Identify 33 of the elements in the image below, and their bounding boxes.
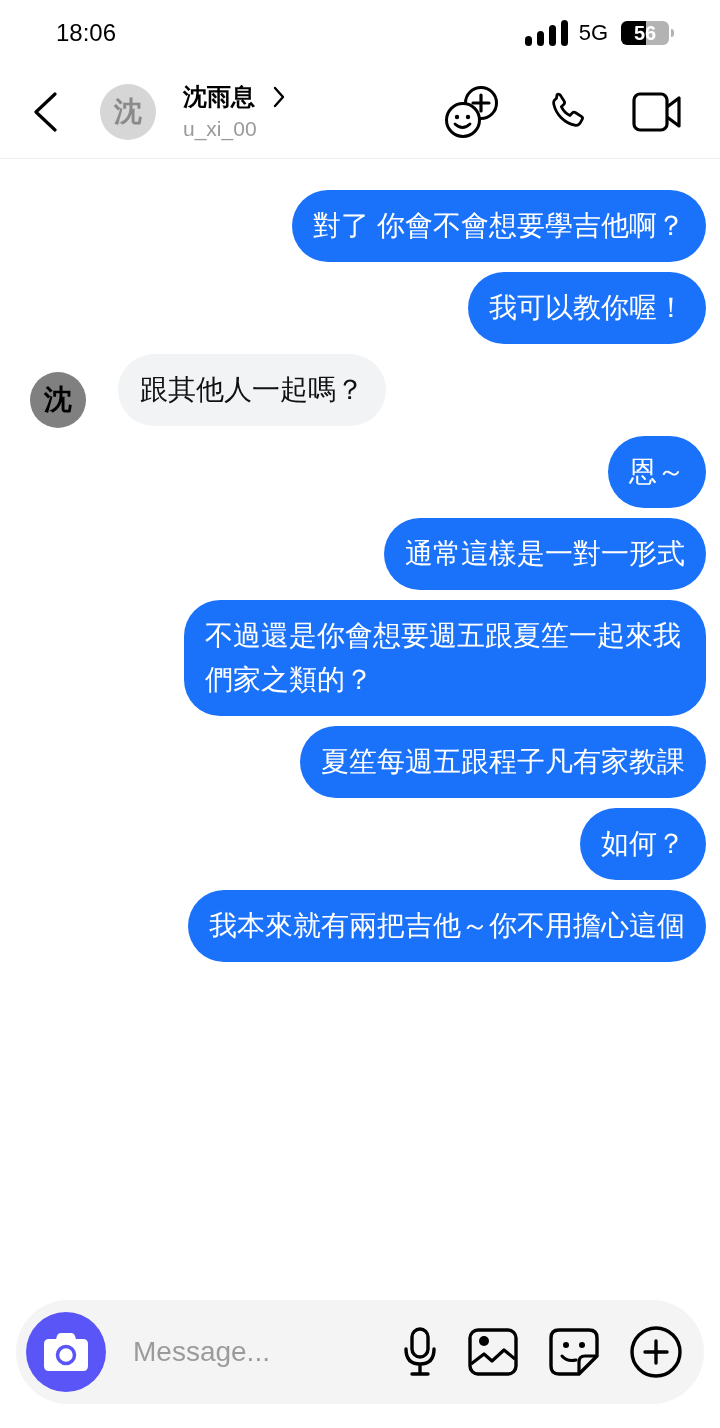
status-time: 18:06 bbox=[56, 21, 117, 45]
message-input[interactable]: Message... bbox=[133, 1331, 384, 1373]
sent-message: 如何？ bbox=[580, 808, 706, 880]
video-call-button[interactable] bbox=[632, 90, 682, 134]
camera-button[interactable] bbox=[26, 1312, 106, 1392]
received-message: 跟其他人一起嗎？ bbox=[118, 354, 386, 426]
camera-icon bbox=[43, 1332, 89, 1372]
sent-message: 對了 你會不會想要學吉他啊？ bbox=[292, 190, 706, 262]
sticker-button[interactable] bbox=[549, 1327, 599, 1377]
plus-icon bbox=[630, 1326, 682, 1378]
sent-message: 我本來就有兩把吉他～你不用擔心這個 bbox=[188, 890, 706, 962]
sent-message: 夏笙每週五跟程子凡有家教課 bbox=[300, 726, 706, 798]
add-people-button[interactable] bbox=[444, 84, 500, 140]
signal-icon bbox=[524, 20, 570, 46]
sent-message: 我可以教你喔！ bbox=[468, 272, 706, 344]
sent-message: 通常這樣是一對一形式 bbox=[384, 518, 706, 590]
network-type: 5G bbox=[578, 22, 608, 44]
image-icon bbox=[468, 1328, 518, 1376]
add-button[interactable] bbox=[630, 1326, 682, 1378]
chevron-right-icon bbox=[273, 86, 285, 108]
add-people-icon bbox=[444, 84, 500, 140]
back-icon bbox=[33, 92, 57, 132]
sent-message: 不過還是你會想要週五跟夏笙一起來我們家之類的？ bbox=[184, 600, 706, 716]
sender-avatar[interactable]: 沈 bbox=[30, 372, 86, 428]
contact-username: u_xi_00 bbox=[183, 116, 258, 142]
contact-name[interactable]: 沈雨息 bbox=[183, 82, 255, 112]
sticker-icon bbox=[549, 1328, 599, 1376]
sent-message: 恩～ bbox=[608, 436, 706, 508]
microphone-icon bbox=[403, 1327, 437, 1377]
microphone-button[interactable] bbox=[402, 1326, 438, 1378]
video-camera-icon bbox=[632, 92, 682, 132]
back-button[interactable] bbox=[32, 91, 58, 133]
gallery-button[interactable] bbox=[468, 1327, 518, 1377]
